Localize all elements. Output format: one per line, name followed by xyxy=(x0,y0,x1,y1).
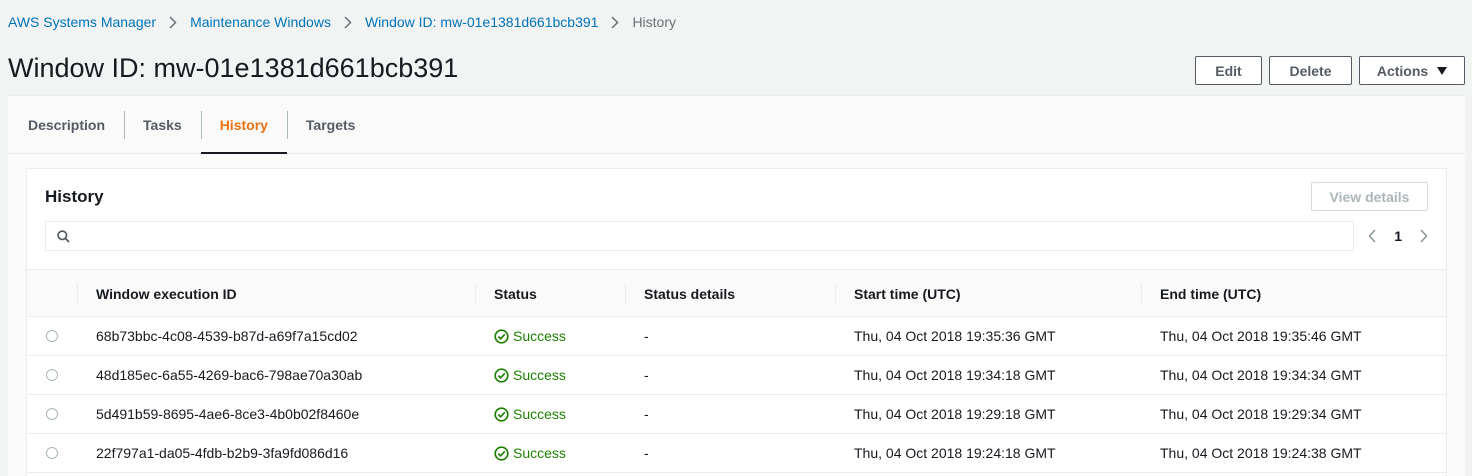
end-time: Thu, 04 Oct 2018 19:24:38 GMT xyxy=(1160,445,1362,461)
status-details: - xyxy=(644,445,649,461)
start-time: Thu, 04 Oct 2018 19:24:18 GMT xyxy=(854,445,1056,461)
actions-label: Actions xyxy=(1376,62,1429,79)
status-details: - xyxy=(644,406,649,422)
table-row[interactable]: 5d491b59-8695-4ae6-8ce3-4b0b02f8460e Suc… xyxy=(27,395,1446,434)
check-circle-icon xyxy=(494,445,509,461)
end-time: Thu, 04 Oct 2018 19:35:46 GMT xyxy=(1160,328,1362,344)
chevron-right-icon xyxy=(611,15,619,29)
execution-id: 68b73bbc-4c08-4539-b87d-a69f7a15cd02 xyxy=(96,328,358,344)
chevron-right-icon xyxy=(169,15,177,29)
tab-description[interactable]: Description xyxy=(8,96,124,153)
tab-history[interactable]: History xyxy=(200,96,288,154)
status-text: Success xyxy=(513,328,566,344)
row-radio[interactable] xyxy=(46,330,58,342)
chevron-left-icon[interactable] xyxy=(1368,229,1376,243)
breadcrumb-systems-manager[interactable]: AWS Systems Manager xyxy=(8,14,156,30)
status-details: - xyxy=(644,328,649,344)
table-header: Window execution ID Status Status detail… xyxy=(27,269,1446,317)
header-actions: Edit Delete Actions xyxy=(1195,56,1465,85)
breadcrumb-current: History xyxy=(632,14,676,30)
status-cell: Success xyxy=(475,434,566,472)
status-text: Success xyxy=(513,406,566,422)
column-header-status[interactable]: Status xyxy=(475,270,537,318)
chevron-right-icon[interactable] xyxy=(1420,229,1428,243)
chevron-right-icon xyxy=(344,15,352,29)
column-header-end-time[interactable]: End time (UTC) xyxy=(1141,270,1261,318)
column-header-status-details[interactable]: Status details xyxy=(625,270,735,318)
check-circle-icon xyxy=(494,328,509,344)
status-cell: Success xyxy=(475,395,566,433)
search-box xyxy=(45,221,1354,251)
status-cell: Success xyxy=(475,356,566,394)
row-radio[interactable] xyxy=(46,408,58,420)
search-icon xyxy=(57,229,70,243)
end-time: Thu, 04 Oct 2018 19:34:34 GMT xyxy=(1160,367,1362,383)
history-panel: History View details 1 Window execution … xyxy=(26,168,1447,476)
pagination: 1 xyxy=(1368,225,1428,247)
table-row[interactable]: 22f797a1-da05-4fdb-b2b9-3fa9fd086d16 Suc… xyxy=(27,434,1446,473)
page-title: Window ID: mw-01e1381d661bcb391 xyxy=(8,53,459,83)
status-text: Success xyxy=(513,445,566,461)
history-title: History xyxy=(45,187,104,206)
delete-button[interactable]: Delete xyxy=(1269,56,1352,85)
check-circle-icon xyxy=(494,406,509,422)
caret-down-icon xyxy=(1437,66,1448,75)
edit-button[interactable]: Edit xyxy=(1195,56,1262,85)
tab-bar: Description Tasks History Targets xyxy=(8,96,1465,154)
status-cell: Success xyxy=(475,317,566,355)
column-header-execution-id[interactable]: Window execution ID xyxy=(77,270,237,318)
breadcrumb-maintenance-windows[interactable]: Maintenance Windows xyxy=(190,14,331,30)
row-radio[interactable] xyxy=(46,447,58,459)
actions-dropdown-button[interactable]: Actions xyxy=(1359,56,1465,85)
table-row[interactable]: 68b73bbc-4c08-4539-b87d-a69f7a15cd02 Suc… xyxy=(27,317,1446,356)
search-input[interactable] xyxy=(78,223,1353,249)
tab-targets[interactable]: Targets xyxy=(286,96,375,153)
tab-tasks[interactable]: Tasks xyxy=(124,96,201,153)
end-time: Thu, 04 Oct 2018 19:29:34 GMT xyxy=(1160,406,1362,422)
start-time: Thu, 04 Oct 2018 19:35:36 GMT xyxy=(854,328,1056,344)
view-details-button[interactable]: View details xyxy=(1311,182,1428,211)
breadcrumb: AWS Systems Manager Maintenance Windows … xyxy=(8,13,676,31)
column-header-start-time[interactable]: Start time (UTC) xyxy=(835,270,961,318)
table-row[interactable]: 48d185ec-6a55-4269-bac6-798ae70a30ab Suc… xyxy=(27,356,1446,395)
start-time: Thu, 04 Oct 2018 19:29:18 GMT xyxy=(854,406,1056,422)
history-table: Window execution ID Status Status detail… xyxy=(27,269,1446,473)
status-details: - xyxy=(644,367,649,383)
start-time: Thu, 04 Oct 2018 19:34:18 GMT xyxy=(854,367,1056,383)
breadcrumb-window-id[interactable]: Window ID: mw-01e1381d661bcb391 xyxy=(365,14,598,30)
check-circle-icon xyxy=(494,367,509,383)
execution-id: 48d185ec-6a55-4269-bac6-798ae70a30ab xyxy=(96,367,363,383)
page-number[interactable]: 1 xyxy=(1394,228,1402,244)
status-text: Success xyxy=(513,367,566,383)
main-panel: Description Tasks History Targets Histor… xyxy=(8,95,1465,476)
row-radio[interactable] xyxy=(46,369,58,381)
execution-id: 22f797a1-da05-4fdb-b2b9-3fa9fd086d16 xyxy=(96,445,349,461)
execution-id: 5d491b59-8695-4ae6-8ce3-4b0b02f8460e xyxy=(96,406,360,422)
